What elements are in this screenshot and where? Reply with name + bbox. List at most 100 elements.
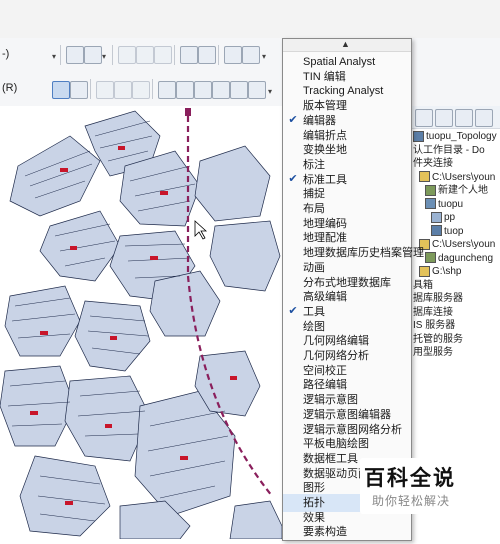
checkmark-icon xyxy=(286,128,300,142)
align-right-icon[interactable] xyxy=(154,46,172,64)
select-elements-icon[interactable] xyxy=(52,81,70,99)
topology-icon xyxy=(431,225,442,237)
error-parcel xyxy=(118,146,125,150)
error-parcel xyxy=(70,246,77,250)
catalog-item-label: 据库服务器 xyxy=(413,293,463,304)
catalog-item[interactable]: 托管的服务 xyxy=(413,333,463,347)
parcel-layer xyxy=(0,110,283,540)
catalog-item[interactable]: IS 服务器 xyxy=(413,319,455,333)
catalog-item-label: tuopu xyxy=(438,198,464,210)
catalog-item[interactable]: 具箱 xyxy=(413,279,433,293)
error-parcel xyxy=(110,336,117,340)
checkmark-icon xyxy=(286,480,300,494)
parcel-block xyxy=(149,270,221,337)
catalog-up-icon[interactable] xyxy=(435,109,453,127)
catalog-item[interactable]: 认工作目录 - Do xyxy=(413,144,485,158)
checkmark-icon xyxy=(286,230,300,244)
catalog-item[interactable]: pp xyxy=(431,211,455,225)
catalog-item-label: C:\Users\youn xyxy=(432,239,496,250)
checkmark-icon: ✔ xyxy=(288,172,298,185)
catalog-item[interactable]: C:\Users\youn xyxy=(419,238,495,252)
catalog-refresh-icon[interactable] xyxy=(475,109,493,127)
find-icon[interactable] xyxy=(242,46,260,64)
catalog-item-label: 新建个人地 xyxy=(438,185,488,196)
checkmark-icon xyxy=(286,275,300,289)
error-parcel xyxy=(180,456,188,460)
toolbar-options-dropdown-icon[interactable]: ▾ xyxy=(52,53,60,61)
map-topology-icon[interactable] xyxy=(176,81,194,99)
folder-icon xyxy=(419,171,430,183)
parcel-block xyxy=(4,285,81,357)
checkmark-icon xyxy=(286,289,300,303)
catalog-item[interactable]: tuop xyxy=(431,225,463,239)
move-icon[interactable] xyxy=(84,46,102,64)
database-icon xyxy=(425,252,436,264)
map-canvas[interactable] xyxy=(0,66,283,540)
scroll-up-icon[interactable]: ▲ xyxy=(341,39,350,49)
parcel-block xyxy=(19,455,111,537)
checkmark-icon xyxy=(286,495,300,509)
standard-toolbar: -) ▾ ▾ ▾ xyxy=(0,38,500,73)
error-inspector-icon[interactable] xyxy=(212,81,230,99)
layout-view-icon[interactable] xyxy=(248,81,266,99)
table-icon[interactable] xyxy=(230,81,248,99)
catalog-item-label: daguncheng xyxy=(438,252,494,264)
arrow-dashes xyxy=(183,92,193,116)
edit-tool-icon[interactable] xyxy=(70,81,88,99)
toolbar-row2-label: (R) xyxy=(2,82,18,94)
menu-item-label: 要素构造 xyxy=(303,526,347,539)
catalog-item-label: tuopu_Topology xyxy=(426,131,497,142)
toolbar-more-dropdown-icon[interactable]: ▾ xyxy=(262,53,270,61)
topology-toolbar-icon[interactable] xyxy=(180,46,198,64)
tools-dropdown-icon[interactable]: ▾ xyxy=(268,88,276,96)
parcel-block xyxy=(209,220,281,292)
checkmark-icon xyxy=(286,377,300,391)
catalog-item-label: 认工作目录 - Do xyxy=(413,144,485,156)
catalog-item[interactable]: tuopu xyxy=(425,198,463,212)
validate-topology-icon[interactable] xyxy=(198,46,216,64)
catalog-item-label: G:\shp xyxy=(432,266,462,277)
catalog-item-label: 具箱 xyxy=(413,279,433,291)
catalog-item[interactable]: 件夹连接 xyxy=(413,157,453,171)
checkmark-icon xyxy=(286,451,300,465)
catalog-home-icon[interactable] xyxy=(455,109,473,127)
toolbar-separator xyxy=(60,45,61,65)
catalog-item-label: 用型服务 xyxy=(413,347,453,358)
toolbar-separator xyxy=(90,79,91,99)
catalog-item[interactable]: C:\Users\youn xyxy=(419,171,495,185)
checkmark-icon xyxy=(286,348,300,362)
straight-segment-icon[interactable] xyxy=(96,81,114,99)
menu-scroll-up[interactable]: ▲ xyxy=(283,39,411,52)
catalog-item[interactable]: daguncheng xyxy=(425,252,493,266)
catalog-item[interactable]: G:\shp xyxy=(419,265,461,279)
catalog-item[interactable]: tuopu_Topology xyxy=(413,130,497,144)
catalog-item[interactable]: 据库连接 xyxy=(413,306,453,320)
error-parcel xyxy=(105,424,112,428)
checkmark-icon: ✔ xyxy=(288,113,298,126)
catalog-item[interactable]: 据库服务器 xyxy=(413,292,463,306)
toolbar-row1-label: -) xyxy=(2,48,10,60)
align-center-icon[interactable] xyxy=(136,46,154,64)
toolbar-separator xyxy=(174,45,175,65)
add-data-icon[interactable] xyxy=(66,46,84,64)
topology-edit-tool-icon[interactable] xyxy=(158,81,176,99)
catalog-item[interactable]: 用型服务 xyxy=(413,346,453,360)
catalog-panel: tuopu_Topology 认工作目录 - Do 件夹连接 C:\Users\you… xyxy=(410,106,500,516)
checkmark-icon xyxy=(286,186,300,200)
move-dropdown-icon[interactable]: ▾ xyxy=(102,53,110,61)
checkmark-icon xyxy=(286,83,300,97)
identify-icon[interactable] xyxy=(224,46,242,64)
tools-toolbar: (R) ▾ xyxy=(0,72,500,107)
trace-icon[interactable] xyxy=(114,81,132,99)
catalog-back-icon[interactable] xyxy=(415,109,433,127)
feature-class-icon xyxy=(431,211,442,223)
checkmark-icon xyxy=(286,216,300,230)
checkmark-icon xyxy=(286,54,300,68)
align-left-icon[interactable] xyxy=(118,46,136,64)
checkmark-icon xyxy=(286,201,300,215)
error-parcel xyxy=(60,168,68,172)
sketch-tool-icon[interactable] xyxy=(132,81,150,99)
checkmark-icon xyxy=(286,422,300,436)
fix-topology-error-icon[interactable] xyxy=(194,81,212,99)
catalog-item[interactable]: 新建个人地 xyxy=(425,184,488,198)
